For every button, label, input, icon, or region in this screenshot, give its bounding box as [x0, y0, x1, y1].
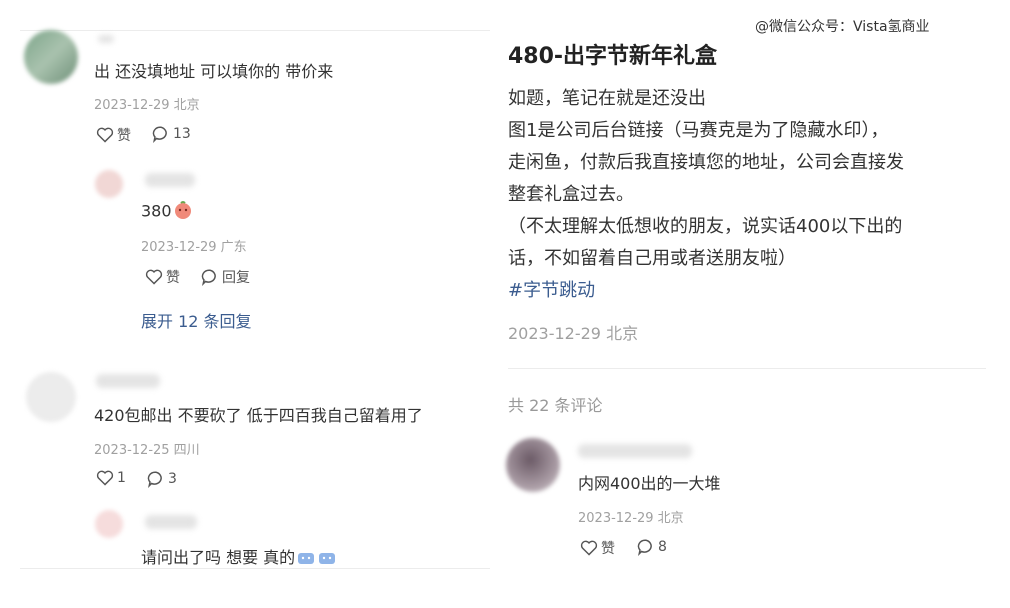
money-bag-emoji-icon	[317, 548, 337, 570]
username-blurred[interactable]	[98, 35, 114, 43]
reply-meta: 2023-12-29 广东	[141, 240, 247, 255]
watermark: @微信公众号：Vista氢商业	[755, 19, 930, 35]
like-count: 1	[117, 470, 126, 486]
heart-icon	[96, 127, 114, 143]
comment-bubble-icon	[201, 269, 216, 286]
hashtag-link[interactable]: #字节跳动	[508, 276, 595, 302]
peach-emoji-icon	[173, 200, 193, 224]
post-body-line: 图1是公司后台链接（马赛克是为了隐藏水印），	[508, 120, 889, 141]
comment-bubble-icon	[152, 126, 167, 143]
post-body-line: 走闲鱼，付款后我直接填您的地址，公司会直接发	[508, 152, 904, 173]
reply-count: 3	[168, 471, 177, 487]
comment-meta: 2023-12-29 北京	[94, 98, 200, 113]
like-button[interactable]: 1	[96, 470, 126, 486]
post-body-line: 话，不如留着自己用或者送朋友啦）	[508, 248, 796, 269]
avatar[interactable]	[95, 170, 123, 198]
post-title: 480-出字节新年礼盒	[508, 44, 718, 69]
comment-text: 内网400出的一大堆	[578, 474, 721, 493]
comment-meta: 2023-12-25 四川	[94, 443, 200, 458]
comment-count: 共 22 条评论	[508, 396, 603, 415]
username-blurred[interactable]	[145, 515, 197, 529]
like-button[interactable]: 赞	[580, 538, 615, 558]
comment-text: 出 还没填地址 可以填你的 带价来	[94, 62, 334, 81]
heart-icon	[580, 540, 598, 556]
comment-bubble-icon	[147, 471, 162, 488]
post-date: 2023-12-29 北京	[508, 324, 639, 343]
reply-count: 13	[173, 126, 191, 142]
like-button[interactable]: 赞	[145, 267, 180, 287]
reply-button[interactable]: 13	[152, 125, 191, 143]
reply-button[interactable]: 回复	[201, 267, 250, 287]
reply-text: 请问出了吗 想要 真的	[141, 544, 337, 570]
like-label: 赞	[601, 541, 615, 557]
comment-meta: 2023-12-29 北京	[578, 511, 684, 526]
like-button[interactable]: 赞	[96, 125, 131, 145]
post-body-line: （不太理解太低想收的朋友，说实话400以下出的	[508, 216, 903, 237]
avatar[interactable]	[95, 510, 123, 538]
avatar[interactable]	[506, 438, 560, 492]
avatar[interactable]	[26, 372, 76, 422]
username-blurred[interactable]	[578, 444, 692, 458]
money-bag-emoji-icon	[296, 548, 316, 570]
bottom-divider	[20, 568, 490, 569]
comment-text: 420包邮出 不要砍了 低于四百我自己留着用了	[94, 406, 423, 425]
reply-button[interactable]: 8	[637, 538, 667, 556]
left-comments-panel: 出 还没填地址 可以填你的 带价来 2023-12-29 北京 赞 13 380…	[0, 0, 495, 608]
comment-bubble-icon	[637, 539, 652, 556]
like-label: 赞	[117, 128, 131, 144]
reply-label: 回复	[222, 270, 250, 286]
reply-count: 8	[658, 539, 667, 555]
post-body-line: 如题，笔记在就是还没出	[508, 88, 706, 109]
post-divider	[508, 368, 986, 369]
like-label: 赞	[166, 270, 180, 286]
heart-icon	[96, 470, 114, 486]
reply-text: 380	[141, 200, 193, 224]
heart-icon	[145, 269, 163, 285]
username-blurred[interactable]	[96, 374, 160, 388]
username-blurred[interactable]	[145, 173, 195, 187]
avatar[interactable]	[24, 30, 78, 84]
post-body-line: 整套礼盒过去。	[508, 184, 634, 205]
expand-replies-link[interactable]: 展开 12 条回复	[141, 308, 252, 332]
reply-button[interactable]: 3	[147, 470, 177, 488]
top-divider	[20, 30, 490, 31]
